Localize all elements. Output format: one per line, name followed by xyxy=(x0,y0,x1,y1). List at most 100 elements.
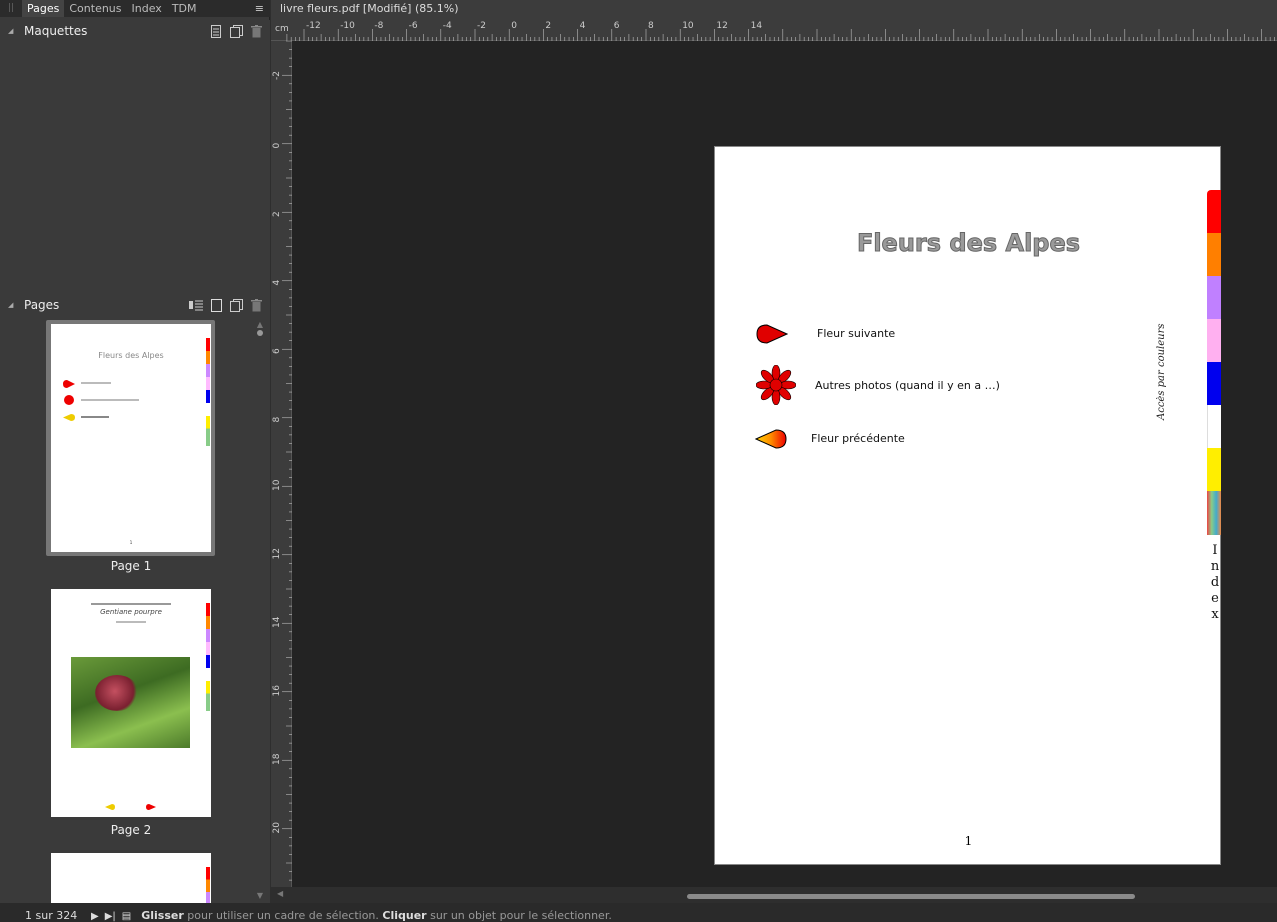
color-tab-multicolor[interactable] xyxy=(1207,491,1221,535)
ruler-unit: cm xyxy=(275,24,289,34)
page-thumbnail-1[interactable]: Fleurs des Alpes 1 xyxy=(51,324,211,552)
ruler-label: 10 xyxy=(682,21,694,31)
document-canvas[interactable]: Fleurs des Alpes Fleur suivante Autres p… xyxy=(292,41,1277,887)
thumb-photos-icon xyxy=(64,395,74,405)
color-tab-white[interactable] xyxy=(1207,405,1221,448)
page-options-icon[interactable] xyxy=(189,299,203,311)
thumb-prev-icon xyxy=(105,804,115,810)
index-letter: d xyxy=(1210,575,1220,590)
next-page-icon[interactable]: ▶ xyxy=(91,911,99,922)
ruler-label: 6 xyxy=(272,348,282,354)
previous-flower-drop-icon[interactable] xyxy=(755,429,787,449)
page-title: Fleurs des Alpes xyxy=(856,229,1081,258)
document-page[interactable]: Fleurs des Alpes Fleur suivante Autres p… xyxy=(714,146,1221,865)
color-tab-yellow[interactable] xyxy=(1207,448,1221,491)
ruler-label: -12 xyxy=(306,21,321,31)
pages-scrollbar[interactable]: ▲ ▼ xyxy=(253,320,267,900)
ruler-label: 10 xyxy=(272,479,282,491)
index-letter: n xyxy=(1210,559,1220,574)
ruler-label: 12 xyxy=(716,21,727,31)
thumb-line xyxy=(81,399,139,401)
color-tab-blue[interactable] xyxy=(1207,362,1221,405)
page-indicator: 1 sur 324 xyxy=(25,909,78,922)
thumb-page-number: 1 xyxy=(129,540,133,545)
status-text-1: pour utiliser un cadre de sélection. xyxy=(183,909,383,922)
status-bold-2: Cliquer xyxy=(382,909,427,922)
scroll-thumb[interactable] xyxy=(257,330,263,336)
scroll-up-icon[interactable]: ▲ xyxy=(253,320,267,329)
ruler-label: 0 xyxy=(272,143,282,149)
scroll-down-icon[interactable]: ▼ xyxy=(253,891,267,900)
ruler-label: -2 xyxy=(272,71,282,80)
panel-tabs: || Pages Contenus Index TDM ≡ xyxy=(0,0,270,17)
page-thumbnail-2[interactable]: Gentiane pourpre xyxy=(51,589,211,817)
index-link[interactable]: I n d e x xyxy=(1209,543,1221,623)
drag-grip-icon[interactable]: || xyxy=(0,0,22,17)
left-panel: || Pages Contenus Index TDM ≡ ◢ Maquette… xyxy=(0,0,270,910)
new-master-icon[interactable] xyxy=(210,24,222,38)
ruler-label: 8 xyxy=(648,21,654,31)
vertical-ruler-ticks: -2 0 2 4 6 8 10 12 14 16 18 20 xyxy=(272,40,292,881)
status-bar: 1 sur 324 ▶ ▶| ▤ Glisser pour utiliser u… xyxy=(0,903,1277,922)
link-next-flower[interactable]: Fleur suivante xyxy=(817,327,895,340)
status-message: Glisser pour utiliser un cadre de sélect… xyxy=(141,909,612,922)
index-letter: e xyxy=(1211,591,1219,606)
tab-pages[interactable]: Pages xyxy=(22,0,65,17)
photos-flower-icon[interactable] xyxy=(756,365,796,405)
duplicate-master-icon[interactable] xyxy=(230,24,243,38)
collapse-triangle-icon[interactable]: ◢ xyxy=(8,27,16,35)
page-thumbnail-3[interactable] xyxy=(51,853,211,910)
vertical-ruler[interactable]: -2 0 2 4 6 8 10 12 14 16 18 20 xyxy=(271,40,292,887)
document-tab[interactable]: livre fleurs.pdf [Modifié] (85.1%) xyxy=(271,0,1277,17)
page-number: 1 xyxy=(964,834,973,848)
pages-header[interactable]: ◢ Pages xyxy=(0,294,270,316)
ruler-label: 6 xyxy=(614,21,620,31)
thumb-color-bar xyxy=(206,338,210,446)
next-flower-drop-icon[interactable] xyxy=(756,324,788,344)
horizontal-ruler[interactable]: -12 -10 -8 -6 -4 -2 0 2 4 6 8 10 12 14 cm xyxy=(271,17,1277,41)
index-letter: I xyxy=(1212,543,1218,558)
last-page-icon[interactable]: ▶| xyxy=(105,911,116,922)
maquettes-header[interactable]: ◢ Maquettes xyxy=(0,20,270,42)
color-tab-purple[interactable] xyxy=(1207,276,1221,319)
thumb-color-bar xyxy=(206,603,210,711)
color-tab-orange[interactable] xyxy=(1207,233,1221,276)
color-tab-red[interactable] xyxy=(1207,190,1221,233)
thumb-line xyxy=(116,621,146,623)
color-access-label: Accès par couleurs xyxy=(1156,323,1167,421)
thumb-line xyxy=(91,603,171,605)
ruler-label: -4 xyxy=(443,21,452,31)
thumb-header: Gentiane pourpre xyxy=(100,608,162,616)
ruler-label: -2 xyxy=(477,21,486,31)
delete-page-icon[interactable] xyxy=(251,298,262,312)
collapse-triangle-icon[interactable]: ◢ xyxy=(8,301,16,309)
ruler-label: 14 xyxy=(272,616,282,628)
link-previous-flower[interactable]: Fleur précédente xyxy=(811,432,905,445)
new-page-icon[interactable] xyxy=(211,298,222,312)
thumb-flower xyxy=(95,675,139,711)
ruler-label: 8 xyxy=(272,417,282,423)
link-other-photos[interactable]: Autres photos (quand il y en a …) xyxy=(815,379,1000,392)
horizontal-scrollbar[interactable]: ◀ xyxy=(271,887,1277,903)
ruler-label: 0 xyxy=(511,21,517,31)
ruler-label: 20 xyxy=(272,822,282,834)
app-window: || Pages Contenus Index TDM ≡ ◢ Maquette… xyxy=(0,0,1277,922)
page-doc-icon[interactable]: ▤ xyxy=(122,911,131,922)
ruler-label: 2 xyxy=(545,21,551,31)
color-tab-pink[interactable] xyxy=(1207,319,1221,362)
tab-index[interactable]: Index xyxy=(127,0,167,17)
status-bold-1: Glisser xyxy=(141,909,184,922)
panel-menu-icon[interactable]: ≡ xyxy=(255,2,270,15)
horizontal-scroll-thumb[interactable] xyxy=(687,894,1135,899)
tab-contenus[interactable]: Contenus xyxy=(64,0,126,17)
ruler-label: 4 xyxy=(272,280,282,286)
thumb-next-icon xyxy=(63,380,75,388)
tab-tdm[interactable]: TDM xyxy=(167,0,202,17)
thumb-next-icon xyxy=(146,804,156,810)
maquettes-list xyxy=(0,42,270,294)
duplicate-page-icon[interactable] xyxy=(230,298,243,312)
thumb-title: Fleurs des Alpes xyxy=(98,351,164,360)
scroll-left-icon[interactable]: ◀ xyxy=(277,889,283,898)
thumb-line xyxy=(81,416,109,418)
delete-master-icon[interactable] xyxy=(251,24,262,38)
